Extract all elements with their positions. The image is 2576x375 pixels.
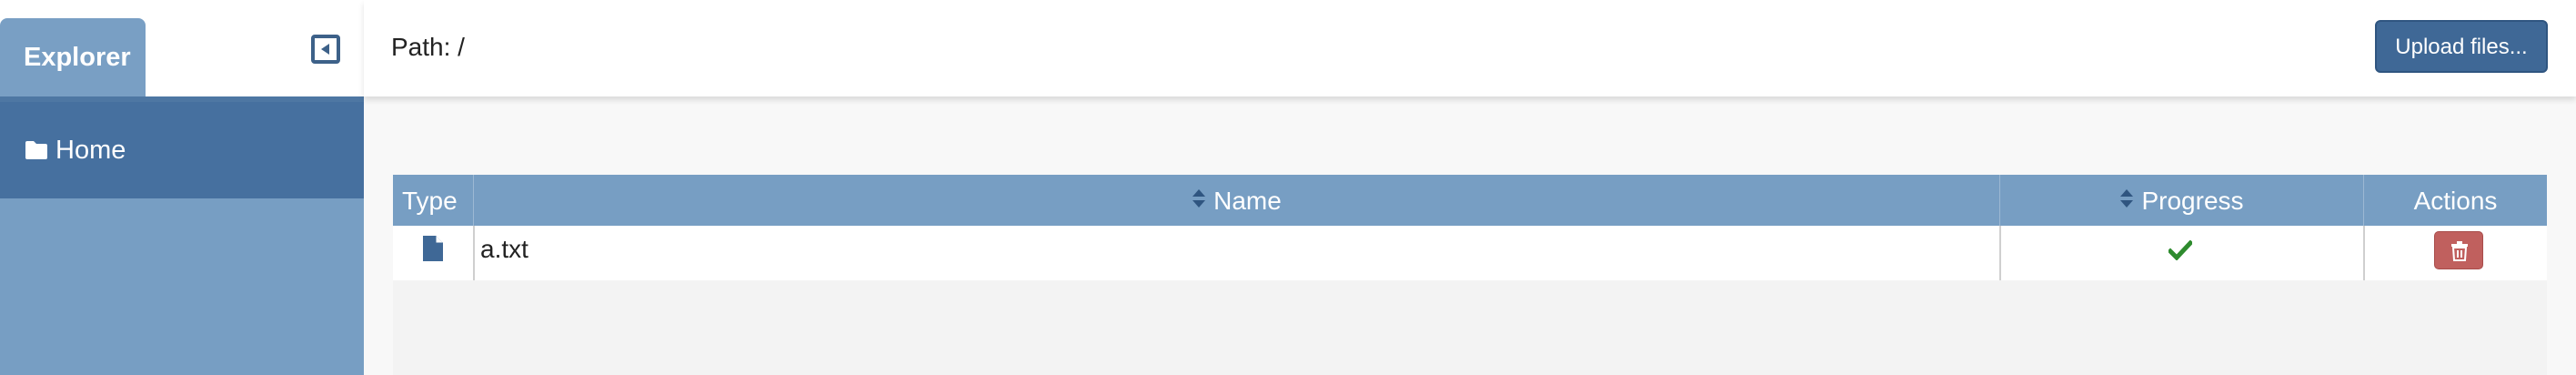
column-header-label: Name xyxy=(1213,187,1282,215)
cell-name[interactable]: a.txt xyxy=(473,226,1999,280)
file-table: Type Name Progress Actions a.txt xyxy=(393,175,2547,375)
sidebar-header: Explorer xyxy=(0,0,364,96)
column-header-type: Type xyxy=(393,175,473,226)
file-icon xyxy=(423,236,443,261)
sort-icon xyxy=(1192,174,1206,227)
folder-icon xyxy=(25,140,48,160)
column-header-label: Type xyxy=(402,187,458,215)
upload-files-button[interactable]: Upload files... xyxy=(2375,20,2548,73)
path-breadcrumb: Path: / xyxy=(391,33,465,61)
cell-actions xyxy=(2363,226,2547,280)
sidebar: Explorer Home xyxy=(0,0,364,375)
table-row[interactable]: a.txt xyxy=(393,226,2547,280)
column-header-label: Actions xyxy=(2413,187,2498,215)
cell-progress xyxy=(1999,226,2363,280)
tab-explorer[interactable]: Explorer xyxy=(0,18,146,96)
cell-type xyxy=(393,226,473,280)
trash-icon xyxy=(2451,241,2468,261)
column-header-name[interactable]: Name xyxy=(473,175,1999,226)
table-header: Type Name Progress Actions xyxy=(393,175,2547,226)
collapse-left-icon xyxy=(321,44,329,55)
column-header-progress[interactable]: Progress xyxy=(1999,175,2363,226)
topbar: Path: / Upload files... xyxy=(364,0,2576,96)
delete-button[interactable] xyxy=(2434,231,2483,269)
collapse-sidebar-button[interactable] xyxy=(311,35,340,64)
column-header-label: Progress xyxy=(2141,187,2244,215)
check-icon xyxy=(2168,240,2192,260)
sidebar-item-home[interactable]: Home xyxy=(0,102,364,198)
sidebar-item-label: Home xyxy=(55,136,126,165)
column-header-actions: Actions xyxy=(2363,175,2547,226)
sort-icon xyxy=(2119,174,2134,227)
